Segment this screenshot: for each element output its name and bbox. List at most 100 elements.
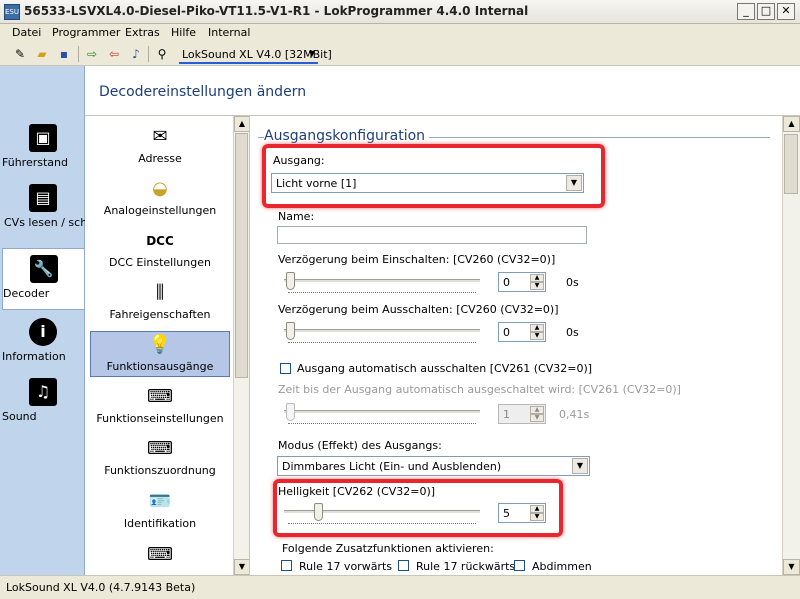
new-icon[interactable]: ✎ xyxy=(12,46,28,62)
function-map-icon: ⌨ xyxy=(147,438,173,459)
function-item-label: Funktionsausgänge xyxy=(106,360,214,373)
scrollbar-thumb[interactable] xyxy=(784,134,798,194)
spin-up-icon[interactable]: ▲ xyxy=(530,274,544,282)
probe-icon[interactable]: ⚲ xyxy=(154,46,170,62)
spin-down-icon: ▼ xyxy=(530,414,544,422)
spin-up-icon[interactable]: ▲ xyxy=(530,324,544,332)
delay-on-unit: 0s xyxy=(566,276,579,289)
menu-internal[interactable]: Internal xyxy=(208,26,250,39)
function-item-label: DCC Einstellungen xyxy=(109,256,211,269)
function-item-adresse[interactable]: ✉ Adresse xyxy=(90,124,230,172)
auto-off-time-slider-thumb xyxy=(286,403,295,421)
function-item-funktionseinstellungen[interactable]: ⌨ Funktionseinstellungen xyxy=(90,384,230,432)
envelope-icon: ✉ xyxy=(152,126,168,147)
function-item-funktionszuordnung[interactable]: ⌨ Funktionszuordnung xyxy=(90,436,230,484)
function-item-label: Adresse xyxy=(138,152,182,165)
chevron-down-icon[interactable]: ▼ xyxy=(572,458,588,474)
delay-on-spinner[interactable]: 0 ▲ ▼ xyxy=(498,272,546,292)
function-list-scrollbar[interactable]: ▲ ▼ xyxy=(233,116,249,575)
nav-item-information[interactable]: i Information xyxy=(2,318,84,368)
page-title: Decodereinstellungen ändern xyxy=(99,84,307,100)
output-label: Ausgang: xyxy=(273,154,325,167)
export-icon[interactable]: ⇦ xyxy=(106,46,122,62)
scrollbar-thumb[interactable] xyxy=(235,133,248,378)
auto-off-time-ticks xyxy=(288,423,476,426)
menu-datei[interactable]: Datei xyxy=(12,26,41,39)
content-header: Decodereinstellungen ändern xyxy=(85,66,800,116)
spin-down-icon[interactable]: ▼ xyxy=(530,332,544,340)
nav-item-sound[interactable]: ♫ Sound xyxy=(2,378,84,428)
spin-down-icon[interactable]: ▼ xyxy=(530,513,544,521)
delay-off-slider[interactable] xyxy=(284,329,480,333)
function-item-dcc[interactable]: DCC DCC Einstellungen xyxy=(90,228,230,276)
sound-icon[interactable]: ♪ xyxy=(128,46,144,62)
info-icon: i xyxy=(29,318,57,346)
minimize-button[interactable]: _ xyxy=(737,3,755,20)
rule17-reverse-checkbox[interactable] xyxy=(398,560,409,571)
function-item-label: Identifikation xyxy=(123,517,197,530)
brightness-spinner[interactable]: 5 ▲ ▼ xyxy=(498,503,546,523)
output-select-value: Licht vorne [1] xyxy=(276,177,357,190)
nav-item-decoder[interactable]: 🔧 Decoder xyxy=(2,248,84,310)
menu-programmer[interactable]: Programmer xyxy=(52,26,120,39)
nav-item-fuehrerstand[interactable]: ▣ Führerstand xyxy=(2,124,84,174)
id-card-icon: 🪪 xyxy=(148,491,172,512)
spin-down-icon[interactable]: ▼ xyxy=(530,282,544,290)
delay-on-slider[interactable] xyxy=(284,279,480,283)
function-item-label: Funktionseinstellungen xyxy=(96,412,224,425)
brightness-ticks xyxy=(288,523,476,526)
rule17-forward-label: Rule 17 vorwärts xyxy=(299,560,393,573)
decoder-type-select[interactable]: LokSound XL V4.0 [32MBit] ▼ xyxy=(179,45,332,64)
scroll-down-icon[interactable]: ▼ xyxy=(234,559,249,575)
name-field[interactable] xyxy=(277,226,587,244)
auto-off-time-spinner: 1 ▲ ▼ xyxy=(498,404,546,424)
delay-on-slider-thumb[interactable] xyxy=(286,272,295,290)
status-text: LokSound XL V4.0 (4.7.9143 Beta) xyxy=(6,581,196,594)
delay-off-spinner[interactable]: 0 ▲ ▼ xyxy=(498,322,546,342)
function-item-fahreigenschaften[interactable]: ⫼ Fahreigenschaften xyxy=(90,280,230,328)
cv-icon: ▤ xyxy=(29,184,57,212)
chevron-down-icon[interactable]: ▼ xyxy=(566,175,582,191)
output-select[interactable]: Licht vorne [1] ▼ xyxy=(271,173,584,193)
gauge-icon: ◒ xyxy=(152,178,168,199)
save-icon[interactable]: ▪ xyxy=(56,46,72,62)
function-item-analog[interactable]: ◒ Analogeinstellungen xyxy=(90,176,230,224)
dimming-label: Abdimmen xyxy=(532,560,592,573)
settings-scrollbar[interactable]: ▲ ▼ xyxy=(782,116,800,575)
wrench-icon: 🔧 xyxy=(29,255,58,283)
music-icon: ♫ xyxy=(29,378,57,406)
auto-off-checkbox[interactable] xyxy=(280,363,291,374)
section-title: Ausgangskonfiguration xyxy=(264,128,430,144)
delay-off-slider-thumb[interactable] xyxy=(286,322,295,340)
menu-hilfe[interactable]: Hilfe xyxy=(171,26,196,39)
maximize-button[interactable]: □ xyxy=(757,3,775,20)
import-icon[interactable]: ⇨ xyxy=(84,46,100,62)
open-icon[interactable]: ▰ xyxy=(34,46,50,62)
mode-select[interactable]: Dimmbares Licht (Ein- und Ausblenden) ▼ xyxy=(277,456,590,476)
mode-select-value: Dimmbares Licht (Ein- und Ausblenden) xyxy=(282,460,502,473)
brightness-label: Helligkeit [CV262 (CV32=0)] xyxy=(278,485,436,498)
auto-off-label: Ausgang automatisch ausschalten [CV261 (… xyxy=(297,362,593,375)
menu-extras[interactable]: Extras xyxy=(125,26,160,39)
brightness-slider-thumb[interactable] xyxy=(314,503,324,521)
spin-up-icon[interactable]: ▲ xyxy=(530,505,544,513)
function-item-identifikation[interactable]: 🪪 Identifikation xyxy=(90,489,230,537)
nav-item-label: Sound xyxy=(2,410,37,423)
scroll-up-icon[interactable]: ▲ xyxy=(234,116,249,132)
function-item-more[interactable]: ⌨ xyxy=(90,542,230,574)
scroll-down-icon[interactable]: ▼ xyxy=(783,559,800,575)
auto-off-time-label: Zeit bis der Ausgang automatisch ausgesc… xyxy=(278,383,681,396)
rule17-forward-checkbox[interactable] xyxy=(281,560,292,571)
delay-off-ticks xyxy=(288,342,476,345)
delay-off-label: Verzögerung beim Ausschalten: [CV260 (CV… xyxy=(278,303,559,316)
function-item-label: Analogeinstellungen xyxy=(103,204,217,217)
dimming-checkbox[interactable] xyxy=(514,560,525,571)
scroll-up-icon[interactable]: ▲ xyxy=(783,116,800,132)
function-item-funktionsausgaenge[interactable]: 💡 Funktionsausgänge xyxy=(90,331,230,377)
nav-item-label: Decoder xyxy=(3,287,50,300)
bulb-icon: 💡 xyxy=(148,334,172,355)
menu-bar: Datei Programmer Extras Hilfe Internal xyxy=(0,24,800,42)
brightness-value: 5 xyxy=(503,507,510,520)
nav-item-cvs[interactable]: ▤ CVs lesen / schreiben xyxy=(2,184,122,246)
close-button[interactable]: ✕ xyxy=(777,3,795,20)
